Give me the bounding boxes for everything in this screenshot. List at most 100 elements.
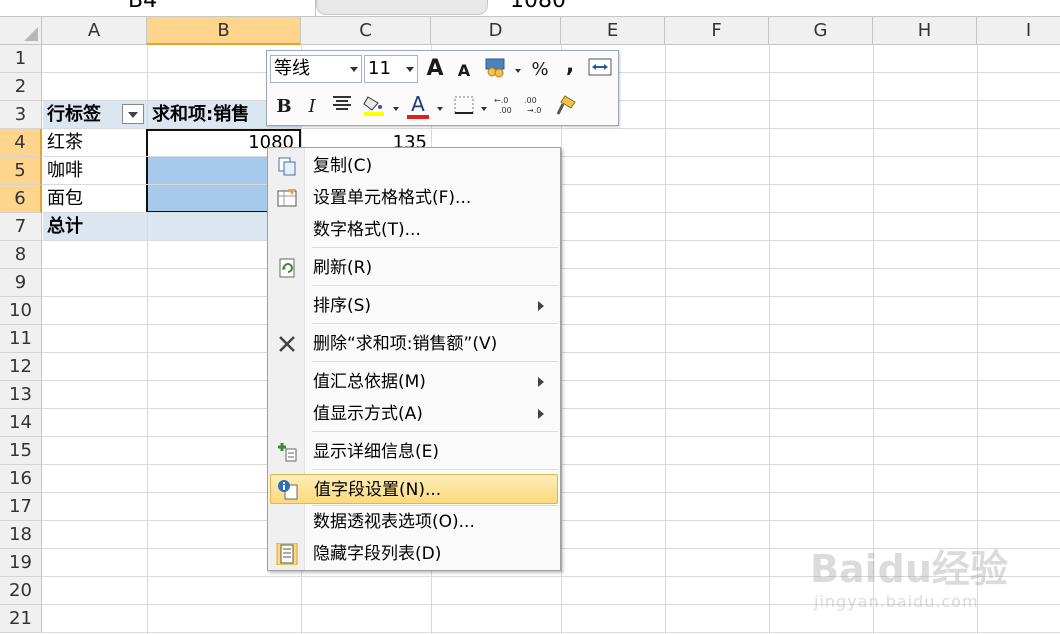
menu-item-copy[interactable]: 复制(C) [270, 151, 558, 181]
pivot-row-label[interactable]: 咖啡 [43, 157, 147, 184]
column-header-c[interactable]: C [301, 17, 431, 45]
watermark-brand: Baidu经验 [810, 547, 1008, 591]
show-details-icon [278, 443, 297, 462]
column-header-a[interactable]: A [42, 17, 147, 45]
row-header[interactable]: 14 [0, 409, 42, 437]
italic-button[interactable]: I [299, 94, 325, 120]
chevron-down-icon[interactable] [437, 107, 443, 111]
submenu-arrow-icon [538, 409, 544, 419]
row-header[interactable]: 10 [0, 297, 42, 325]
bold-button[interactable]: B [271, 94, 297, 120]
chevron-down-icon[interactable] [481, 107, 487, 111]
row-header[interactable]: 2 [0, 73, 42, 101]
menu-separator [312, 323, 558, 324]
font-color-button[interactable]: A [405, 91, 431, 119]
menu-separator [312, 505, 558, 506]
pivot-total-label[interactable]: 总计 [43, 213, 147, 240]
row-header[interactable]: 1 [0, 45, 42, 73]
percent-style-button[interactable]: % [527, 57, 553, 83]
formula-bar: B4 1080 [0, 0, 1060, 17]
chevron-down-icon [406, 67, 414, 72]
format-painter-icon [556, 95, 576, 115]
menu-item-delete-field[interactable]: 删除“求和项:销售额”(V) [270, 329, 558, 359]
row-header[interactable]: 15 [0, 437, 42, 465]
percent-icon: % [531, 59, 549, 80]
paint-bucket-icon [363, 96, 384, 116]
bold-icon: B [276, 96, 292, 117]
svg-text:→.0: →.0 [527, 106, 541, 115]
menu-item-value-field-settings[interactable]: 值字段设置(N)... [270, 474, 558, 504]
pivot-row-label[interactable]: 面包 [43, 185, 147, 212]
row-header[interactable]: 7 [0, 213, 42, 241]
menu-item-summarize-by[interactable]: 值汇总依据(M) [270, 367, 558, 397]
merge-center-button[interactable] [587, 57, 613, 83]
chevron-down-icon[interactable] [393, 107, 399, 111]
menu-item-label: 设置单元格格式(F)... [313, 188, 472, 208]
row-header[interactable]: 19 [0, 549, 42, 577]
row-header[interactable]: 21 [0, 605, 42, 633]
name-box[interactable]: B4 [0, 0, 316, 16]
merge-center-icon [588, 58, 612, 76]
pivot-row-label[interactable]: 红茶 [43, 129, 147, 156]
menu-item-label: 值显示方式(A) [313, 404, 423, 424]
comma-style-button[interactable]: , [557, 53, 583, 79]
row-header[interactable]: 5 [0, 157, 42, 185]
shrink-font-button[interactable]: A [451, 58, 477, 84]
decrease-decimal-button[interactable]: .00 →.0 [523, 95, 549, 121]
column-header-f[interactable]: F [665, 17, 769, 45]
font-size-value: 11 [368, 58, 391, 79]
select-all-corner[interactable] [0, 17, 42, 45]
row-header[interactable]: 9 [0, 269, 42, 297]
menu-item-label: 删除“求和项:销售额”(V) [313, 334, 498, 354]
menu-item-hide-field-list[interactable]: 隐藏字段列表(D) [270, 539, 558, 569]
increase-decimal-button[interactable]: ←.0 .00 [493, 95, 519, 121]
column-header-b[interactable]: B [147, 17, 301, 45]
chevron-down-icon[interactable] [515, 69, 521, 73]
column-header-d[interactable]: D [431, 17, 561, 45]
menu-item-sort[interactable]: 排序(S) [270, 291, 558, 321]
fill-color-button[interactable] [361, 93, 387, 119]
menu-item-pivot-options[interactable]: 数据透视表选项(O)... [270, 507, 558, 537]
row-header[interactable]: 13 [0, 381, 42, 409]
row-header[interactable]: 3 [0, 101, 42, 129]
column-header-i[interactable]: I [977, 17, 1060, 45]
menu-item-show-details[interactable]: 显示详细信息(E) [270, 437, 558, 467]
row-header[interactable]: 16 [0, 465, 42, 493]
borders-button[interactable] [451, 95, 477, 121]
chevron-down-icon [350, 67, 358, 72]
shrink-font-icon: A [457, 61, 471, 80]
filter-dropdown-button[interactable] [122, 104, 144, 124]
row-header[interactable]: 6 [0, 185, 42, 213]
format-painter-button[interactable] [553, 94, 579, 120]
center-align-button[interactable] [329, 94, 355, 120]
font-name-combo[interactable]: 等线 [270, 55, 362, 83]
row-header[interactable]: 4 [0, 129, 42, 157]
formula-input[interactable]: 1080 [510, 0, 566, 13]
column-header-h[interactable]: H [873, 17, 977, 45]
gridline [665, 45, 666, 634]
grow-font-button[interactable]: A [422, 56, 448, 82]
refresh-icon [279, 258, 295, 278]
menu-item-show-values-as[interactable]: 值显示方式(A) [270, 399, 558, 429]
menu-separator [312, 285, 558, 286]
menu-item-format-cells[interactable]: 设置单元格格式(F)... [270, 183, 558, 213]
row-header[interactable]: 11 [0, 325, 42, 353]
accounting-format-button[interactable] [483, 56, 509, 82]
name-box-value: B4 [128, 0, 158, 13]
increase-decimal-icon: ←.0 .00 [494, 96, 512, 115]
row-header[interactable]: 20 [0, 577, 42, 605]
menu-item-label: 复制(C) [313, 156, 373, 176]
menu-item-label: 排序(S) [313, 296, 372, 316]
column-header-e[interactable]: E [561, 17, 665, 45]
menu-item-refresh[interactable]: 刷新(R) [270, 253, 558, 283]
column-header-g[interactable]: G [769, 17, 873, 45]
row-header[interactable]: 18 [0, 521, 42, 549]
font-size-combo[interactable]: 11 [364, 55, 418, 83]
fill-color-swatch [364, 112, 384, 116]
menu-separator [312, 431, 558, 432]
row-header[interactable]: 17 [0, 493, 42, 521]
menu-item-number-format[interactable]: 数字格式(T)... [270, 215, 558, 245]
format-cells-icon [277, 189, 297, 207]
row-header[interactable]: 8 [0, 241, 42, 269]
row-header[interactable]: 12 [0, 353, 42, 381]
